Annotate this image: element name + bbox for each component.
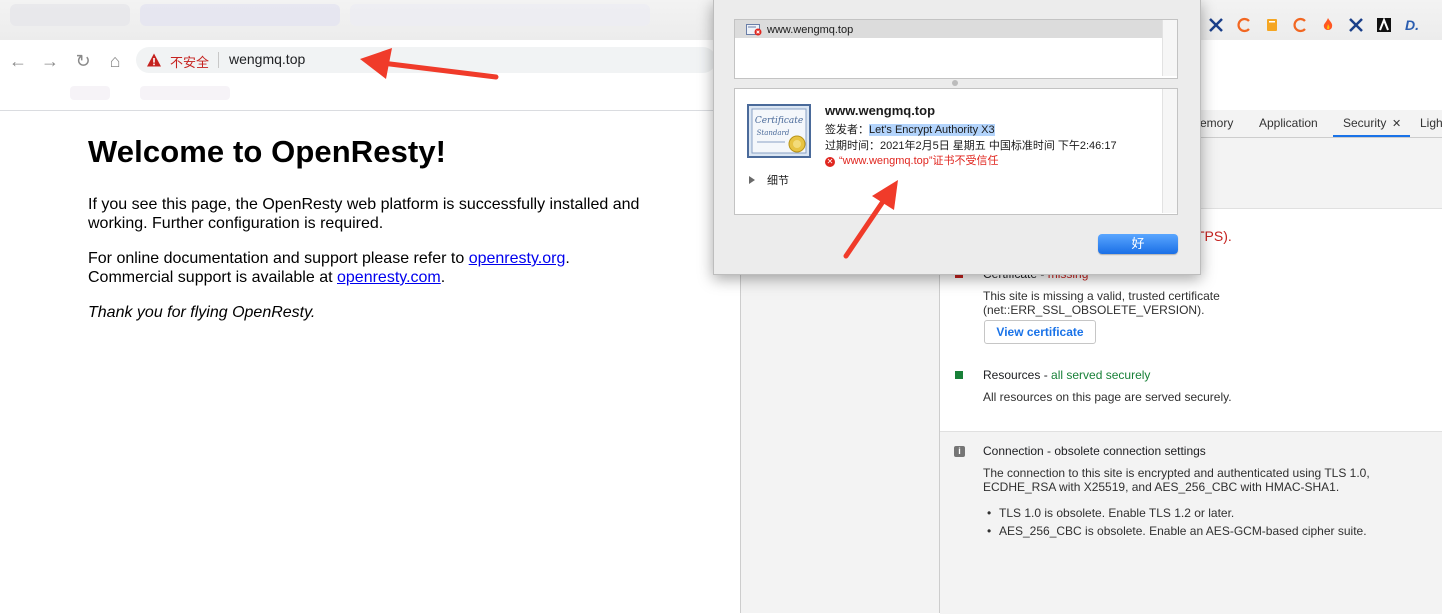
expiry-line: 过期时间：2021年2月5日 星期五 中国标准时间 下午2:46:17 [825, 140, 1117, 152]
resources-description: All resources on this page are served se… [983, 390, 1232, 404]
fire-icon[interactable] [1317, 14, 1339, 36]
status-green-icon [955, 371, 963, 379]
ok-button[interactable]: 好 [1098, 234, 1178, 254]
certificate-name: www.wengmq.top [825, 103, 936, 118]
separator: - [1040, 368, 1052, 382]
separator [218, 52, 219, 68]
orange-c-icon[interactable] [1233, 14, 1255, 36]
page-content: Welcome to OpenResty! If you see this pa… [88, 134, 688, 321]
chain-item-label: www.wengmq.top [767, 24, 854, 36]
list-item: AES_256_CBC is obsolete. Enable an AES-G… [999, 524, 1367, 538]
openresty-com-link[interactable]: openresty.com [337, 269, 441, 286]
extension-bar: D. [1198, 12, 1423, 38]
address-bar[interactable] [136, 47, 716, 73]
support-text: Commercial support is available at [88, 269, 337, 286]
details-disclosure[interactable]: 细节 [749, 172, 789, 188]
support-text: . [440, 269, 446, 286]
support-paragraph: For online documentation and support ple… [88, 249, 688, 287]
list-item: TLS 1.0 is obsolete. Enable TLS 1.2 or l… [999, 506, 1235, 520]
blurred-tab[interactable] [350, 4, 650, 26]
blurred-tab[interactable] [10, 4, 130, 26]
blurred-tab[interactable] [140, 4, 340, 26]
resources-status: all served securely [1051, 368, 1151, 382]
intro-paragraph: If you see this page, the OpenResty web … [88, 196, 640, 232]
bullet-icon: • [987, 506, 992, 520]
book-icon[interactable] [1261, 14, 1283, 36]
orange-c-icon[interactable] [1289, 14, 1311, 36]
blurred-bookmark[interactable] [140, 86, 230, 100]
resources-label: Resources [983, 368, 1041, 382]
certificate-error-icon [746, 24, 762, 36]
error-icon: ✕ [825, 157, 835, 167]
dict-icon[interactable]: D. [1401, 14, 1423, 36]
openresty-org-link[interactable]: openresty.org [469, 250, 566, 267]
tools-icon[interactable] [1345, 14, 1367, 36]
support-text: . [565, 250, 570, 267]
scrollbar[interactable] [1162, 20, 1177, 76]
svg-text:Certificate: Certificate [755, 116, 803, 126]
connection-description: The connection to this site is encrypted… [983, 466, 1370, 494]
details-label: 细节 [767, 175, 789, 187]
trust-error: ✕ “www.wengmq.top”证书不受信任 [825, 152, 999, 168]
splitter-handle[interactable] [952, 80, 958, 86]
bullet-icon: • [987, 524, 992, 538]
svg-text:Standard: Standard [757, 129, 790, 137]
blurred-bookmark[interactable] [70, 86, 110, 100]
close-icon[interactable]: ✕ [1392, 117, 1401, 130]
issuer-label: 签发者： [825, 124, 869, 136]
url-text[interactable]: wengmq.top [229, 51, 305, 67]
view-certificate-button[interactable]: View certificate [984, 320, 1096, 344]
issuer-value[interactable]: Let's Encrypt Authority X3 [869, 124, 995, 136]
tab-lighthouse[interactable]: Ligh [1420, 116, 1442, 130]
certificate-icon: Certificate Standard [747, 104, 811, 158]
disclosure-triangle-icon[interactable] [749, 176, 755, 184]
reload-icon[interactable]: ↻ [72, 50, 94, 72]
support-text: For online documentation and support ple… [88, 250, 469, 267]
active-tab-indicator [1333, 135, 1410, 137]
divider [0, 110, 740, 111]
adobe-icon[interactable] [1373, 14, 1395, 36]
tools-icon[interactable] [1205, 14, 1227, 36]
back-icon[interactable]: ← [7, 50, 29, 72]
not-secure-label[interactable]: 不安全 [170, 52, 209, 71]
resources-title: Resources - all served securely [983, 368, 1150, 382]
warning-icon[interactable] [146, 52, 162, 68]
certificate-description: This site is missing a valid, trusted ce… [983, 289, 1220, 317]
connection-section [940, 431, 1442, 614]
connection-title: Connection - obsolete connection setting… [983, 444, 1206, 458]
scrollbar[interactable] [1162, 89, 1177, 213]
thanks-paragraph: Thank you for flying OpenResty. [88, 304, 316, 321]
issuer-line: 签发者：Let's Encrypt Authority X3 [825, 121, 995, 137]
trust-error-text: “www.wengmq.top”证书不受信任 [839, 155, 999, 167]
tab-application[interactable]: Application [1259, 116, 1318, 130]
page-title: Welcome to OpenResty! [88, 134, 447, 169]
tab-security[interactable]: Security [1343, 116, 1386, 130]
info-icon: i [954, 446, 965, 457]
summary-text: TPS). [1196, 228, 1232, 244]
forward-icon[interactable]: → [39, 50, 61, 72]
home-icon[interactable]: ⌂ [104, 50, 126, 72]
